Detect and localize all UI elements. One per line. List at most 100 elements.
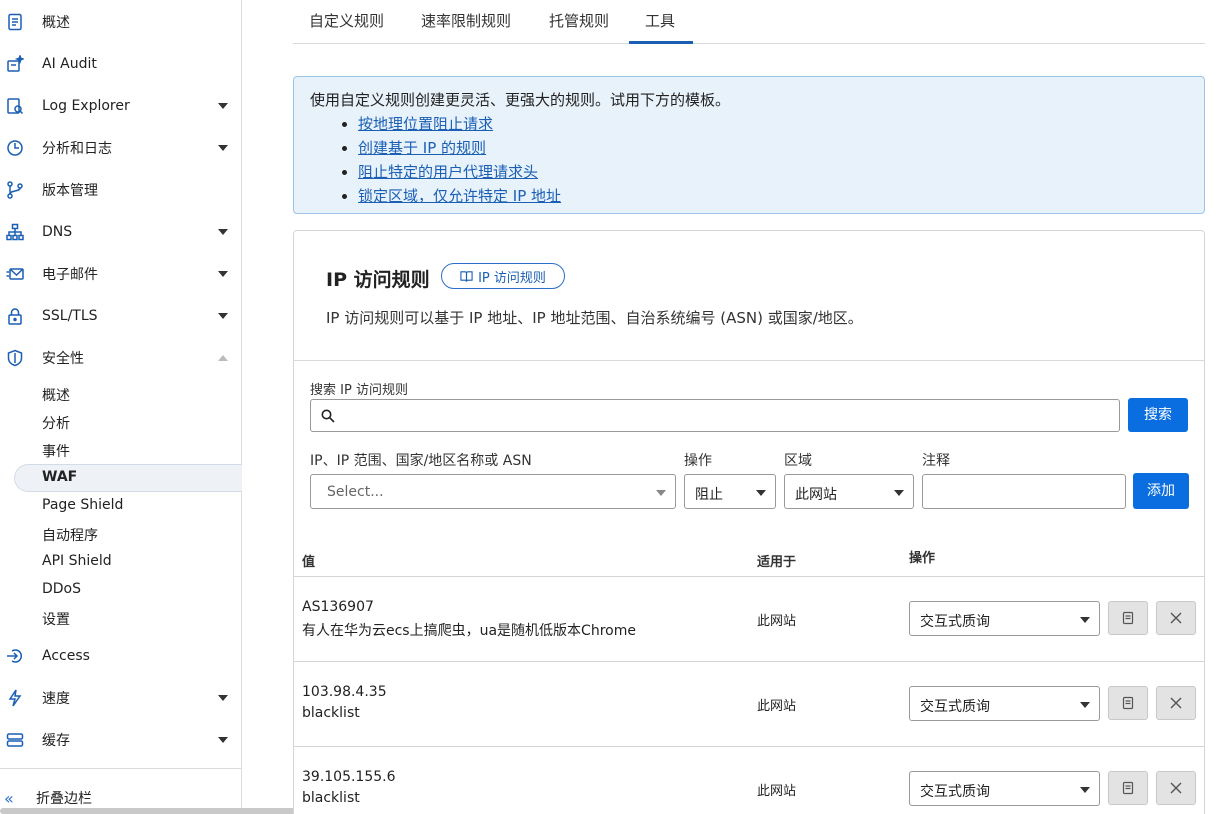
sidebar-item-ai-audit[interactable]: AI Audit <box>0 46 242 82</box>
rule-note: 有人在华为云ecs上搞爬虫，ua是随机低版本Chrome <box>302 623 636 639</box>
chevron-down-icon[interactable] <box>218 229 228 235</box>
sidebar-item-version-management[interactable]: 版本管理 <box>0 172 242 208</box>
cache-icon <box>6 731 24 749</box>
template-link-ip-rule[interactable]: 创建基于 IP 的规则 <box>358 137 486 158</box>
note-label: 注释 <box>922 453 950 469</box>
rule-action-select[interactable]: 交互式质询 <box>909 601 1100 636</box>
action-label: 操作 <box>684 453 712 469</box>
sidebar-item-label: DNS <box>42 224 73 240</box>
template-link-lockdown[interactable]: 锁定区域，仅允许特定 IP 地址 <box>358 185 561 206</box>
security-sub-ddos[interactable]: DDoS <box>42 581 81 597</box>
document-icon <box>6 13 24 31</box>
double-chevron-left-icon: « <box>4 788 14 808</box>
info-banner-text: 使用自定义规则创建更灵活、更强大的规则。试用下方的模板。 <box>310 91 731 109</box>
sidebar-item-speed[interactable]: 速度 <box>0 680 242 716</box>
note-icon <box>1122 781 1134 795</box>
sidebar-item-cache[interactable]: 缓存 <box>0 722 242 758</box>
edit-note-button[interactable] <box>1108 686 1148 720</box>
delete-rule-button[interactable] <box>1156 771 1196 805</box>
chevron-down-icon[interactable] <box>218 145 228 151</box>
delete-rule-button[interactable] <box>1156 601 1196 635</box>
search-field[interactable] <box>310 399 1120 432</box>
sidebar-item-label: 电子邮件 <box>42 267 98 283</box>
close-icon <box>1170 612 1182 624</box>
collapse-sidebar-button[interactable]: « 折叠边栏 <box>4 788 92 808</box>
chevron-down-icon <box>1080 617 1090 623</box>
lock-icon <box>6 307 24 325</box>
sidebar-item-dns[interactable]: DNS <box>0 214 242 250</box>
edit-note-button[interactable] <box>1108 601 1148 635</box>
sidebar-item-email[interactable]: 电子邮件 <box>0 256 242 292</box>
sidebar-item-overview[interactable]: 概述 <box>0 4 242 40</box>
search-label: 搜索 IP 访问规则 <box>310 383 408 398</box>
tab-managed-rules[interactable]: 托管规则 <box>549 10 609 31</box>
target-select-placeholder: Select... <box>327 484 384 500</box>
security-sub-api-shield[interactable]: API Shield <box>42 553 112 569</box>
sidebar-item-label: 安全性 <box>42 351 84 367</box>
chevron-down-icon[interactable] <box>218 271 228 277</box>
security-sub-bots[interactable]: 自动程序 <box>42 525 98 545</box>
sidebar-item-label: 概述 <box>42 15 70 31</box>
table-header-divider <box>294 576 1204 577</box>
sidebar-item-ssl-tls[interactable]: SSL/TLS <box>0 298 242 334</box>
chevron-down-icon[interactable] <box>218 103 228 109</box>
note-input[interactable] <box>922 474 1126 509</box>
chevron-down-icon <box>894 490 904 496</box>
zone-select[interactable]: 此网站 <box>784 474 914 509</box>
bullet <box>342 194 347 199</box>
search-input[interactable] <box>341 404 1111 428</box>
rule-note: blacklist <box>302 790 360 806</box>
chevron-up-icon[interactable] <box>218 355 228 361</box>
add-rule-button[interactable]: 添加 <box>1133 473 1189 509</box>
chevron-down-icon[interactable] <box>218 313 228 319</box>
security-sub-overview[interactable]: 概述 <box>42 385 70 405</box>
zone-select-value: 此网站 <box>795 487 837 503</box>
security-sub-analytics[interactable]: 分析 <box>42 413 70 433</box>
rule-value: 39.105.155.6 <box>302 769 396 785</box>
branch-icon <box>6 181 24 199</box>
security-sub-page-shield[interactable]: Page Shield <box>42 497 123 513</box>
tab-rate-limiting-rules[interactable]: 速率限制规则 <box>421 10 511 31</box>
sidebar-item-log-explorer[interactable]: Log Explorer <box>0 88 242 124</box>
sidebar-item-security[interactable]: 安全性 <box>0 340 242 376</box>
rule-action-select[interactable]: 交互式质询 <box>909 771 1100 806</box>
edit-note-button[interactable] <box>1108 771 1148 805</box>
search-button[interactable]: 搜索 <box>1128 398 1188 432</box>
sidebar-item-access[interactable]: Access <box>0 638 242 674</box>
active-tab-indicator <box>629 41 693 44</box>
sidebar-item-label: 缓存 <box>42 733 70 749</box>
target-select[interactable]: Select... <box>310 474 676 509</box>
security-sub-settings[interactable]: 设置 <box>42 609 70 629</box>
rule-action-value: 交互式质询 <box>920 784 990 800</box>
delete-rule-button[interactable] <box>1156 686 1196 720</box>
rule-value: AS136907 <box>302 599 374 615</box>
security-sub-events[interactable]: 事件 <box>42 441 70 461</box>
rule-action-select[interactable]: 交互式质询 <box>909 686 1100 721</box>
sidebar-item-label: Log Explorer <box>42 98 130 114</box>
template-link-user-agent[interactable]: 阻止特定的用户代理请求头 <box>358 161 538 182</box>
rules-tabs: 自定义规则 速率限制规则 托管规则 工具 <box>293 0 1205 44</box>
tab-custom-rules[interactable]: 自定义规则 <box>309 10 384 31</box>
sidebar-item-label: SSL/TLS <box>42 308 98 324</box>
note-icon <box>1122 611 1134 625</box>
ip-access-rules-docs-link[interactable]: IP 访问规则 <box>441 263 565 289</box>
chevron-down-icon[interactable] <box>218 695 228 701</box>
docs-link-label: IP 访问规则 <box>478 270 546 286</box>
chevron-down-icon <box>756 490 766 496</box>
rule-value: 103.98.4.35 <box>302 684 387 700</box>
bullet <box>342 146 347 151</box>
book-icon <box>460 270 473 282</box>
column-header-action: 操作 <box>909 551 936 566</box>
security-sub-waf[interactable]: WAF <box>42 469 77 485</box>
sidebar-item-analytics[interactable]: 分析和日志 <box>0 130 242 166</box>
sidebar-item-label: Access <box>42 648 90 664</box>
tab-tools[interactable]: 工具 <box>645 10 675 31</box>
rule-note: blacklist <box>302 705 360 721</box>
template-link-geo-block[interactable]: 按地理位置阻止请求 <box>358 113 493 134</box>
chevron-down-icon[interactable] <box>218 737 228 743</box>
action-select[interactable]: 阻止 <box>684 474 776 509</box>
card-description: IP 访问规则可以基于 IP 地址、IP 地址范围、自治系统编号 (ASN) 或… <box>326 309 863 327</box>
row-divider <box>294 661 1204 662</box>
chevron-down-icon <box>1080 787 1090 793</box>
clock-chart-icon <box>6 139 24 157</box>
